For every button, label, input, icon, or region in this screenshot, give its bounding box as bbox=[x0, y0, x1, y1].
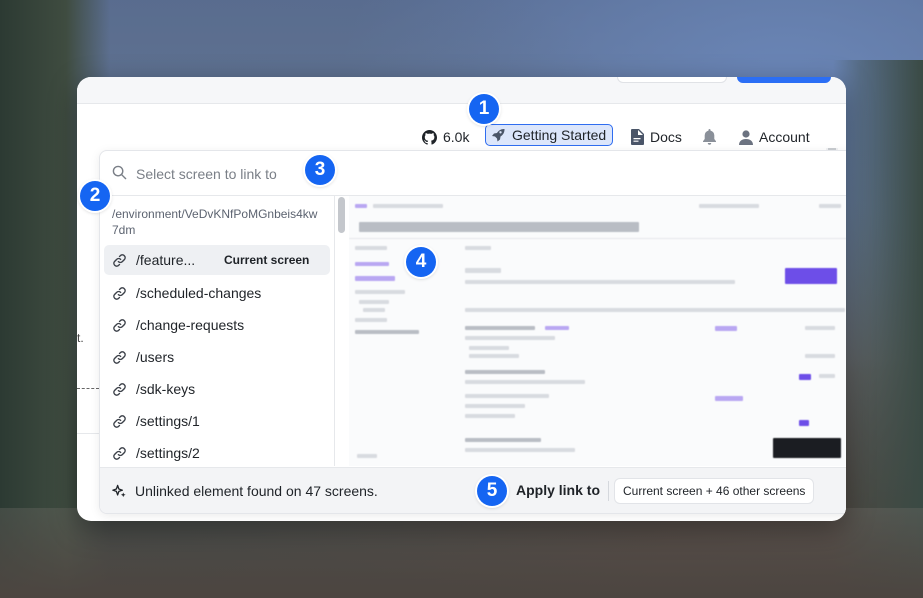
account-link[interactable]: Account bbox=[739, 126, 810, 148]
page-text-fragment: t. bbox=[77, 331, 84, 345]
search-icon bbox=[112, 165, 127, 180]
notifications-button[interactable] bbox=[702, 126, 717, 148]
page-dashed-line bbox=[77, 388, 99, 389]
screen-list-item-label: /settings/1 bbox=[136, 413, 200, 429]
step-marker-1: 1 bbox=[469, 94, 499, 124]
footer-divider bbox=[608, 481, 609, 501]
screen-list-item-settings-2[interactable]: /settings/2 bbox=[104, 438, 330, 466]
github-icon bbox=[422, 129, 437, 145]
screen-search-bar bbox=[100, 151, 846, 196]
apply-scope-select[interactable]: Current screen + 46 other screens bbox=[614, 478, 815, 504]
bell-icon bbox=[703, 129, 716, 145]
toolbar-primary-button[interactable] bbox=[737, 77, 831, 83]
screen-list: /environment/VeDvKNfPoMGnbeis4kw7dm /fea… bbox=[100, 196, 335, 466]
docs-link[interactable]: Docs bbox=[630, 126, 682, 148]
screen-list-item-label: /change-requests bbox=[136, 317, 245, 333]
docs-label: Docs bbox=[650, 129, 682, 145]
toolbar-ghost-button[interactable] bbox=[617, 77, 727, 83]
popover-footer: Unlinked element found on 47 screens. Ap… bbox=[100, 467, 846, 513]
getting-started-link[interactable]: Getting Started bbox=[485, 124, 614, 146]
getting-started-label: Getting Started bbox=[512, 127, 607, 143]
app-window: 6.0k Getting Started Docs Account t. Sel… bbox=[77, 77, 846, 521]
link-icon bbox=[113, 287, 126, 300]
screen-list-item-settings-1[interactable]: /settings/1 bbox=[104, 406, 330, 436]
current-screen-badge: Current screen bbox=[224, 253, 310, 267]
screen-preview-thumbnail bbox=[349, 196, 846, 466]
top-navbar: 6.0k Getting Started Docs Account bbox=[77, 104, 846, 148]
screen-list-item-label: /settings/2 bbox=[136, 445, 200, 461]
link-icon bbox=[113, 351, 126, 364]
link-icon bbox=[113, 447, 126, 460]
screen-list-item-label: /sdk-keys bbox=[136, 381, 196, 397]
screen-list-item-label: /feature... bbox=[136, 252, 196, 268]
step-marker-4: 4 bbox=[406, 247, 436, 277]
background-water bbox=[0, 508, 923, 598]
document-icon bbox=[631, 129, 644, 145]
step-marker-2: 2 bbox=[80, 181, 110, 211]
screen-list-item-label: /users bbox=[136, 349, 175, 365]
screen-list-item-feature[interactable]: /feature... Current screen bbox=[104, 245, 330, 275]
screen-list-scrollbar[interactable] bbox=[338, 197, 345, 233]
step-marker-5: 5 bbox=[477, 476, 507, 506]
sparkle-icon bbox=[112, 484, 126, 498]
screen-list-item-change-requests[interactable]: /change-requests bbox=[104, 310, 330, 340]
link-icon bbox=[113, 415, 126, 428]
github-stars-count: 6.0k bbox=[443, 129, 470, 145]
apply-link-label: Apply link to bbox=[516, 482, 600, 498]
rocket-icon bbox=[492, 129, 505, 142]
top-toolbar-strip bbox=[77, 77, 846, 104]
link-icon bbox=[113, 383, 126, 396]
step-marker-3: 3 bbox=[305, 155, 335, 185]
current-path-label: /environment/VeDvKNfPoMGnbeis4kw7dm bbox=[112, 207, 318, 237]
link-icon bbox=[113, 319, 126, 332]
account-label: Account bbox=[759, 129, 810, 145]
page-divider bbox=[77, 433, 99, 434]
screen-search-input[interactable] bbox=[134, 163, 638, 185]
link-icon bbox=[113, 254, 126, 267]
screen-list-item-scheduled-changes[interactable]: /scheduled-changes bbox=[104, 278, 330, 308]
screen-list-item-users[interactable]: /users bbox=[104, 342, 330, 372]
unlinked-element-message: Unlinked element found on 47 screens. bbox=[135, 483, 378, 499]
github-stars-link[interactable]: 6.0k bbox=[422, 126, 469, 148]
screen-list-item-label: /scheduled-changes bbox=[136, 285, 262, 301]
user-icon bbox=[739, 129, 753, 145]
link-screen-popover: /environment/VeDvKNfPoMGnbeis4kw7dm /fea… bbox=[99, 150, 846, 514]
screen-list-item-sdk-keys[interactable]: /sdk-keys bbox=[104, 374, 330, 404]
